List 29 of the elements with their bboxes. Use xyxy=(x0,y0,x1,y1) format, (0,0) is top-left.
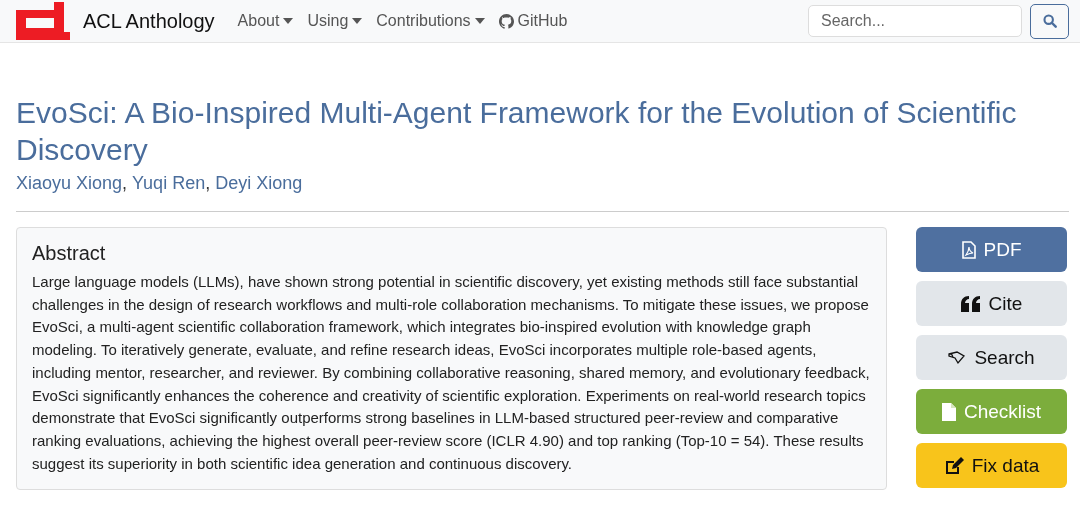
nav-link[interactable]: About xyxy=(237,12,294,30)
search-button[interactable] xyxy=(1030,3,1069,39)
abstract-text: Large language models (LLMs), have shown strong potential in scientific discovery, yet existing methods still face substantial challenges in the design of research workflows and multi-role collaboration mechanisms. To mitigate these issues, we propose EvoSci, a multi-agent scientific collaboration framework, which integrates bio-inspired evolution with knowledge graph modeling. To iteratively generate, evaluate, and refine research ideas, EvoSci incorporates multiple role-based agents, including mentor, researcher, and reviewer. By combining collaborative reasoning, shared memory, and evolutionary feedback, EvoSci significantly enhances the coherence and creativity of scientific exploration. Experiments on real-world research topics demonstrate that EvoSci significantly outperforms strong baselines in LLM-based structured peer-review and comparative ranking evaluations, achieving the highest overall peer-review score (ICLR 4.90) and top ranking (Top-10 = 54). These results suggest its superiority in both scientific idea generation and continuous discovery. xyxy=(32,272,871,474)
author-link[interactable]: Deyi Xiong xyxy=(215,173,303,194)
action-button[interactable]: PDF xyxy=(916,227,1067,272)
action-button[interactable]: Cite xyxy=(916,281,1067,326)
file-icon xyxy=(941,402,956,421)
separator: , xyxy=(205,173,211,194)
logo-icon xyxy=(16,2,70,40)
author-link[interactable]: Yuqi Ren xyxy=(132,173,206,194)
separator: , xyxy=(122,173,128,194)
caret-icon xyxy=(352,18,363,24)
paper-title: EvoSci: A Bio-Inspired Multi-Agent Framework for the Evolution of Scientific Discovery xyxy=(16,95,1018,168)
nav-link[interactable]: Using xyxy=(307,12,363,30)
search-icon xyxy=(1042,14,1057,28)
action-button[interactable]: Fix data xyxy=(916,443,1067,488)
pdf-file-icon xyxy=(961,240,976,259)
action-button[interactable]: Search xyxy=(916,335,1067,380)
quote-icon xyxy=(960,295,981,312)
caret-icon xyxy=(283,18,294,24)
nav-link[interactable]: Contributions xyxy=(376,12,485,30)
github-icon xyxy=(498,13,514,29)
brand-name[interactable]: ACL Anthology xyxy=(83,9,215,33)
author-link[interactable]: Xiaoyu Xiong xyxy=(16,173,123,194)
caret-icon xyxy=(474,18,485,24)
edit-icon xyxy=(943,456,964,475)
nav-link[interactable]: GitHub xyxy=(498,12,568,30)
search-field[interactable]: Search... xyxy=(808,5,1022,37)
abstract-heading: Abstract xyxy=(32,242,107,265)
